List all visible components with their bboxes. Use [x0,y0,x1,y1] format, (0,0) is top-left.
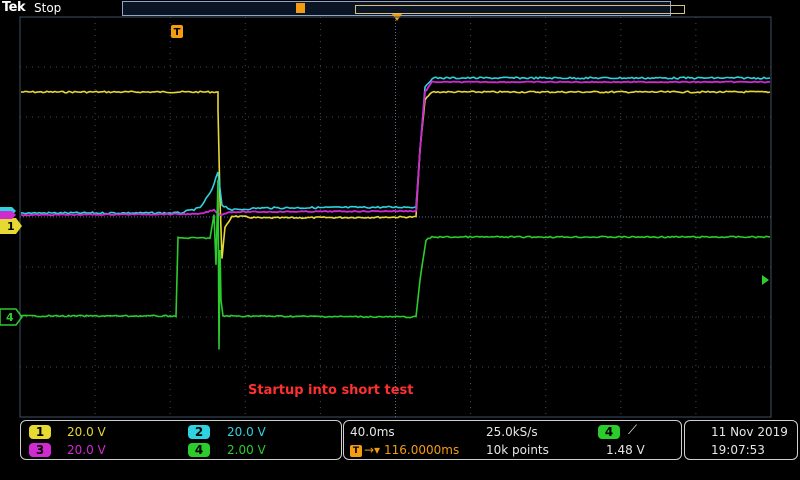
time: 19:07:53 [711,443,765,457]
date: 11 Nov 2019 [711,425,788,439]
waveform-display[interactable]: T 1 4 [0,0,800,418]
trigger-delay-arrow-icon: →▾ [364,443,381,457]
readout-bar: 1 20.0 V 2 20.0 V 3 20.0 V 4 2.00 V 40.0… [0,418,800,480]
svg-text:4: 4 [6,311,14,324]
ch2-scale: 20.0 V [227,425,266,439]
trigger-delay-icon: T [350,445,362,457]
trigger-source-badge[interactable]: 4 [598,425,620,439]
ch2-ch3-ground-markers[interactable] [0,207,16,219]
rising-edge-icon: ⟋ [628,423,638,438]
ch4-badge[interactable]: 4 [188,443,210,457]
ch3-badge[interactable]: 3 [29,443,51,457]
svg-text:1: 1 [7,220,15,233]
datetime-panel: 11 Nov 2019 19:07:53 [684,420,798,460]
trigger-delay-value[interactable]: 116.0000ms [384,443,459,457]
trigger-icon: T [171,25,183,38]
record-length: 10k points [486,443,549,457]
ch4-ground-marker[interactable]: 4 [0,308,23,326]
horizontal-scale[interactable]: 40.0ms [350,425,395,439]
ch1-badge[interactable]: 1 [29,425,51,439]
trigger-level[interactable]: 1.48 V [606,443,645,457]
trigger-level-marker[interactable] [762,275,769,285]
ch2-badge[interactable]: 2 [188,425,210,439]
channel-readout-panel: 1 20.0 V 2 20.0 V 3 20.0 V 4 2.00 V [20,420,342,460]
ch4-scale: 2.00 V [227,443,266,457]
timebase-trigger-panel: 40.0ms 25.0kS/s 4 ⟋ T →▾ 116.0000ms 10k … [343,420,682,460]
trace-ch4 [20,179,771,350]
trace-ch2 [20,76,771,215]
ch1-scale: 20.0 V [67,425,106,439]
svg-text:T: T [174,27,181,38]
annotation-text: Startup into short test [248,383,414,398]
ch1-ground-marker[interactable]: 1 [0,218,22,234]
ch3-scale: 20.0 V [67,443,106,457]
sample-rate: 25.0kS/s [486,425,538,439]
